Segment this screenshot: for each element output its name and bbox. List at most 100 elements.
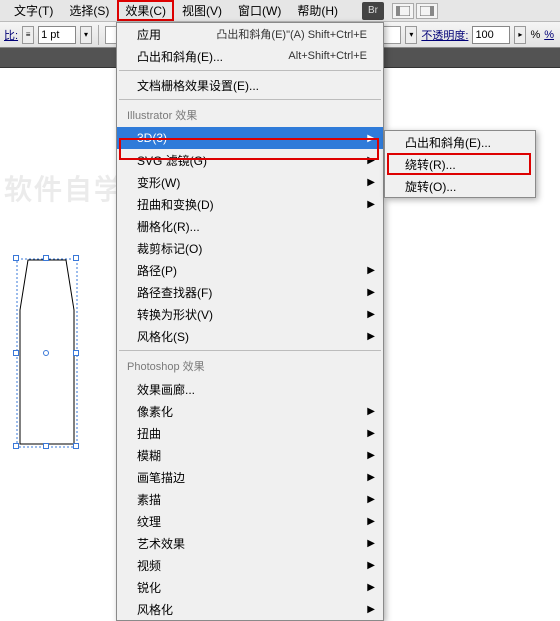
submenu-arrow-icon: ▶ bbox=[367, 309, 375, 320]
menu-label: 路径查找器(F) bbox=[137, 284, 212, 301]
menu-label: 文档栅格效果设置(E)... bbox=[137, 77, 259, 94]
submenu-arrow-icon: ▶ bbox=[367, 472, 375, 483]
menu-label: 变形(W) bbox=[137, 174, 180, 191]
menu-extrude-bevel[interactable]: 凸出和斜角(E)... Alt+Shift+Ctrl+E bbox=[117, 45, 383, 67]
menu-label: 风格化 bbox=[137, 601, 173, 618]
bridge-icon[interactable]: Br bbox=[362, 2, 384, 20]
submenu-arrow-icon: ▶ bbox=[367, 538, 375, 549]
menu-label: 素描 bbox=[137, 491, 161, 508]
menu-label: 纹理 bbox=[137, 513, 161, 530]
menu-separator bbox=[119, 350, 381, 351]
submenu-extrude-bevel[interactable]: 凸出和斜角(E)... bbox=[385, 131, 535, 153]
menu-label: 风格化(S) bbox=[137, 328, 189, 345]
menu-video[interactable]: 视频 ▶ bbox=[117, 554, 383, 576]
submenu-arrow-icon: ▶ bbox=[367, 199, 375, 210]
menu-shortcut: Alt+Shift+Ctrl+E bbox=[288, 50, 367, 62]
menu-rasterize[interactable]: 栅格化(R)... bbox=[117, 215, 383, 237]
stroke-dropdown[interactable]: ▾ bbox=[80, 26, 92, 44]
menu-label: 栅格化(R)... bbox=[137, 218, 200, 235]
submenu-arrow-icon: ▶ bbox=[367, 177, 375, 188]
menu-view[interactable]: 视图(V) bbox=[174, 0, 230, 21]
menu-distort[interactable]: 扭曲 ▶ bbox=[117, 422, 383, 444]
submenu-arrow-icon: ▶ bbox=[367, 582, 375, 593]
menu-distort-transform[interactable]: 扭曲和变换(D) ▶ bbox=[117, 193, 383, 215]
menu-doc-raster-settings[interactable]: 文档栅格效果设置(E)... bbox=[117, 74, 383, 96]
menu-label: 效果画廊... bbox=[137, 381, 195, 398]
stroke-stepper[interactable]: ≡ bbox=[22, 26, 34, 44]
menu-blur[interactable]: 模糊 ▶ bbox=[117, 444, 383, 466]
menu-effect[interactable]: 效果(C) bbox=[117, 0, 174, 21]
percent-sign: % bbox=[530, 29, 540, 41]
menu-label: 视频 bbox=[137, 557, 161, 574]
submenu-arrow-icon: ▶ bbox=[367, 155, 375, 166]
menu-stylize-ps[interactable]: 风格化 ▶ bbox=[117, 598, 383, 620]
menu-label: 裁剪标记(O) bbox=[137, 240, 202, 257]
submenu-arrow-icon: ▶ bbox=[367, 406, 375, 417]
menu-label: 转换为形状(V) bbox=[137, 306, 213, 323]
separator bbox=[98, 25, 99, 45]
menu-text[interactable]: 文字(T) bbox=[6, 0, 61, 21]
menu-label: 路径(P) bbox=[137, 262, 177, 279]
menu-pathfinder[interactable]: 路径查找器(F) ▶ bbox=[117, 281, 383, 303]
menu-convert-shape[interactable]: 转换为形状(V) ▶ bbox=[117, 303, 383, 325]
submenu-arrow-icon: ▶ bbox=[367, 265, 375, 276]
submenu-arrow-icon: ▶ bbox=[367, 604, 375, 615]
menu-shortcut: 凸出和斜角(E)"(A) Shift+Ctrl+E bbox=[216, 26, 367, 42]
menu-select[interactable]: 选择(S) bbox=[61, 0, 117, 21]
menu-label: 艺术效果 bbox=[137, 535, 185, 552]
menu-label: 像素化 bbox=[137, 403, 173, 420]
stroke-input[interactable] bbox=[38, 26, 76, 44]
menu-label: 锐化 bbox=[137, 579, 161, 596]
submenu-rotate[interactable]: 旋转(O)... bbox=[385, 175, 535, 197]
submenu-arrow-icon: ▶ bbox=[367, 287, 375, 298]
menu-apply-last[interactable]: 应用 凸出和斜角(E)"(A) Shift+Ctrl+E bbox=[117, 23, 383, 45]
menu-artistic[interactable]: 艺术效果 ▶ bbox=[117, 532, 383, 554]
submenu-arrow-icon: ▶ bbox=[367, 494, 375, 505]
menu-window[interactable]: 窗口(W) bbox=[230, 0, 289, 21]
more-label[interactable]: % bbox=[544, 29, 554, 41]
menu-label: SVG 滤镜(G) bbox=[137, 152, 207, 169]
menu-separator bbox=[119, 99, 381, 100]
submenu-revolve[interactable]: 绕转(R)... bbox=[385, 153, 535, 175]
submenu-arrow-icon: ▶ bbox=[367, 133, 375, 144]
submenu-arrow-icon: ▶ bbox=[367, 331, 375, 342]
submenu-arrow-icon: ▶ bbox=[367, 428, 375, 439]
menu-effect-gallery[interactable]: 效果画廊... bbox=[117, 378, 383, 400]
menu-label: 3D(3) bbox=[137, 131, 167, 145]
menubar: 文字(T) 选择(S) 效果(C) 视图(V) 窗口(W) 帮助(H) Br bbox=[0, 0, 560, 22]
menu-path[interactable]: 路径(P) ▶ bbox=[117, 259, 383, 281]
stroke-label: 比: bbox=[4, 27, 18, 43]
submenu-arrow-icon: ▶ bbox=[367, 516, 375, 527]
submenu-arrow-icon: ▶ bbox=[367, 450, 375, 461]
menu-separator bbox=[119, 70, 381, 71]
menu-label: 扭曲和变换(D) bbox=[137, 196, 214, 213]
effect-dropdown: 应用 凸出和斜角(E)"(A) Shift+Ctrl+E 凸出和斜角(E)...… bbox=[116, 22, 384, 621]
layout-toggle-1[interactable] bbox=[392, 3, 414, 19]
menu-svg-filter[interactable]: SVG 滤镜(G) ▶ bbox=[117, 149, 383, 171]
opacity-label: 不透明度: bbox=[421, 27, 468, 43]
menu-help[interactable]: 帮助(H) bbox=[289, 0, 346, 21]
menu-3d[interactable]: 3D(3) ▶ bbox=[117, 127, 383, 149]
menu-label: 画笔描边 bbox=[137, 469, 185, 486]
menu-stylize-ai[interactable]: 风格化(S) ▶ bbox=[117, 325, 383, 347]
menu-sketch[interactable]: 素描 ▶ bbox=[117, 488, 383, 510]
menu-pixelate[interactable]: 像素化 ▶ bbox=[117, 400, 383, 422]
layout-toggle-2[interactable] bbox=[416, 3, 438, 19]
menu-brush-strokes[interactable]: 画笔描边 ▶ bbox=[117, 466, 383, 488]
submenu-arrow-icon: ▶ bbox=[367, 560, 375, 571]
style-dropdown[interactable]: ▾ bbox=[405, 26, 417, 44]
selected-shape[interactable] bbox=[16, 258, 78, 448]
menu-label: 扭曲 bbox=[137, 425, 161, 442]
menu-label: 应用 bbox=[137, 26, 161, 43]
menu-label: 凸出和斜角(E)... bbox=[137, 48, 223, 65]
submenu-3d: 凸出和斜角(E)... 绕转(R)... 旋转(O)... bbox=[384, 130, 536, 198]
menu-crop-marks[interactable]: 裁剪标记(O) bbox=[117, 237, 383, 259]
menu-sharpen[interactable]: 锐化 ▶ bbox=[117, 576, 383, 598]
opacity-input[interactable] bbox=[472, 26, 510, 44]
panel-layout-toggles bbox=[392, 3, 438, 19]
menu-texture[interactable]: 纹理 ▶ bbox=[117, 510, 383, 532]
opacity-dropdown[interactable]: ▸ bbox=[514, 26, 526, 44]
menu-warp[interactable]: 变形(W) ▶ bbox=[117, 171, 383, 193]
menu-label: 模糊 bbox=[137, 447, 161, 464]
menu-header-illustrator: Illustrator 效果 bbox=[117, 103, 383, 127]
